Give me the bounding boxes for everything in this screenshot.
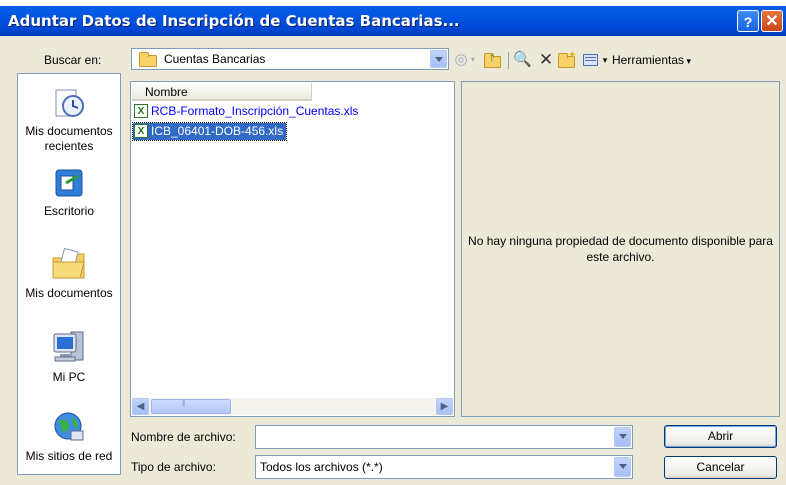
- scroll-left-button[interactable]: ◀: [132, 398, 149, 415]
- chevron-down-icon[interactable]: [614, 457, 631, 477]
- filetype-label: Tipo de archivo:: [131, 460, 216, 474]
- place-desktop[interactable]: Escritorio: [18, 166, 120, 219]
- tools-dropdown-icon: ▾: [684, 56, 692, 66]
- place-label: Mis documentos recientes: [25, 124, 113, 153]
- views-dropdown-icon[interactable]: ▾: [600, 51, 610, 69]
- toolbar-separator: [508, 52, 509, 69]
- filetype-dropdown[interactable]: Todos los archivos (*.*): [255, 455, 633, 479]
- place-label: Mi PC: [52, 370, 86, 384]
- preview-pane: No hay ninguna propiedad de documento di…: [461, 81, 780, 417]
- place-label: Escritorio: [43, 204, 94, 218]
- place-recent-documents[interactable]: Mis documentos recientes: [18, 84, 120, 154]
- recent-documents-icon: [55, 89, 84, 117]
- new-folder-icon[interactable]: ✦: [558, 50, 576, 69]
- network-places-icon: [54, 412, 84, 441]
- file-list[interactable]: Nombre RCB-Formato_Inscripción_Cuentas.x…: [130, 81, 455, 417]
- excel-file-icon: [134, 123, 148, 140]
- my-computer-icon: [53, 331, 84, 362]
- window-title: Aduntar Datos de Inscripción de Cuentas …: [8, 12, 460, 30]
- place-label: Mis sitios de red: [25, 449, 113, 463]
- close-button[interactable]: ✕: [761, 10, 783, 32]
- place-label: Mis documentos: [25, 286, 113, 300]
- desktop-icon: [55, 169, 83, 197]
- filename-input[interactable]: [255, 425, 633, 449]
- look-in-label: Buscar en:: [44, 53, 102, 67]
- my-documents-icon: [52, 247, 85, 279]
- file-name: ICB_06401-DOB-456.xls: [151, 124, 284, 138]
- place-my-documents[interactable]: Mis documentos: [18, 246, 120, 301]
- views-icon[interactable]: [582, 51, 600, 69]
- horizontal-scrollbar[interactable]: ◀ ▶: [132, 398, 453, 415]
- delete-icon[interactable]: ✕: [537, 51, 555, 69]
- place-network[interactable]: Mis sitios de red: [18, 409, 120, 464]
- cancel-button[interactable]: Cancelar: [664, 456, 777, 479]
- up-folder-icon[interactable]: ↑: [484, 50, 502, 69]
- file-name: RCB-Formato_Inscripción_Cuentas.xls: [151, 104, 359, 118]
- filetype-value: Todos los archivos (*.*): [260, 460, 383, 474]
- scroll-thumb[interactable]: [151, 399, 231, 414]
- file-item-selected[interactable]: ICB_06401-DOB-456.xls: [131, 122, 288, 141]
- help-button[interactable]: ?: [737, 10, 759, 32]
- tools-menu-button[interactable]: Herramientas ▾: [612, 53, 691, 67]
- open-button[interactable]: Abrir: [664, 425, 777, 448]
- preview-message: No hay ninguna propiedad de documento di…: [468, 234, 773, 264]
- search-web-icon[interactable]: 🔍: [513, 51, 532, 69]
- title-bar[interactable]: Aduntar Datos de Inscripción de Cuentas …: [0, 6, 786, 36]
- look-in-dropdown[interactable]: Cuentas Bancarias: [131, 48, 449, 70]
- chevron-down-icon[interactable]: [614, 427, 631, 447]
- places-bar: Mis documentos recientes Escritorio Mis …: [17, 73, 121, 475]
- column-header-name[interactable]: Nombre: [132, 83, 312, 101]
- file-item[interactable]: RCB-Formato_Inscripción_Cuentas.xls: [133, 103, 361, 120]
- back-dropdown-icon[interactable]: ▾: [469, 51, 477, 69]
- chevron-down-icon[interactable]: [430, 50, 447, 68]
- excel-file-icon: [134, 103, 148, 120]
- place-my-computer[interactable]: Mi PC: [18, 328, 120, 385]
- filename-label: Nombre de archivo:: [131, 430, 236, 444]
- look-in-value: Cuentas Bancarias: [164, 52, 266, 66]
- back-icon[interactable]: ◎: [452, 51, 470, 69]
- tools-menu-label: Herramientas: [612, 53, 685, 67]
- folder-icon: [139, 52, 157, 67]
- scroll-right-button[interactable]: ▶: [436, 398, 453, 415]
